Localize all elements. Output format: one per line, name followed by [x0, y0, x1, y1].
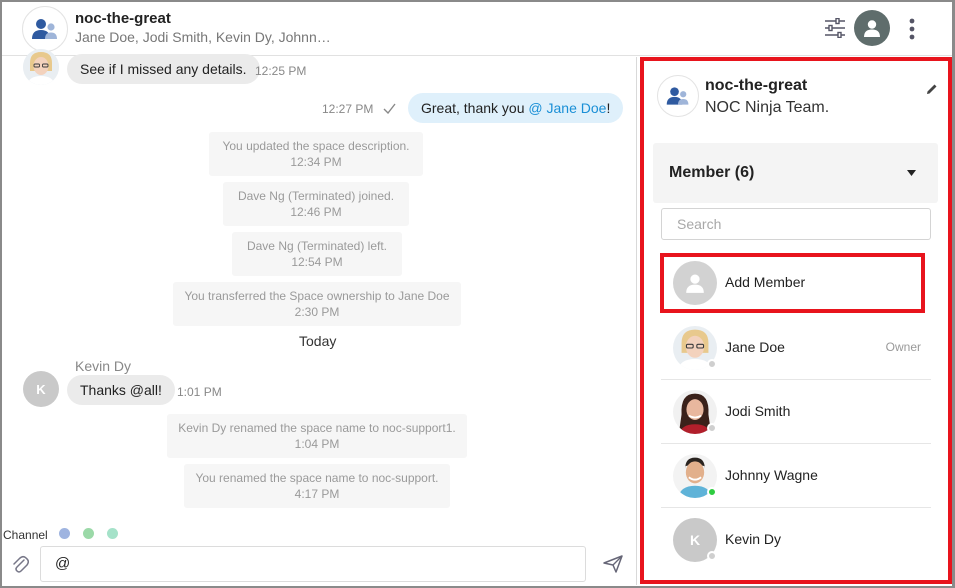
more-options-icon[interactable]: [903, 16, 921, 42]
user-icon: [686, 274, 704, 293]
member-name: Jodi Smith: [725, 403, 791, 419]
message-input[interactable]: @: [40, 546, 586, 582]
status-online-indicator: [707, 487, 717, 497]
add-member-label: Add Member: [725, 274, 806, 290]
my-avatar[interactable]: [854, 10, 890, 46]
member-item[interactable]: Johnny Wagne: [661, 444, 931, 508]
system-text: Kevin Dy renamed the space name to noc-s…: [178, 421, 456, 435]
space-title: noc-the-great: [75, 10, 171, 27]
group-icon: [32, 19, 57, 39]
status-offline-indicator: [707, 359, 717, 369]
kevin-dy-avatar[interactable]: K: [23, 371, 59, 407]
space-avatar[interactable]: [22, 6, 68, 52]
jane-doe-avatar[interactable]: [23, 49, 59, 85]
wechat-channel-icon[interactable]: [107, 528, 118, 539]
system-text: You renamed the space name to noc-suppor…: [195, 471, 439, 485]
chat-area[interactable]: See if I missed any details. 12:25 PM 12…: [2, 49, 636, 585]
system-time: 12:46 PM: [290, 205, 342, 219]
space-avatar: [657, 75, 699, 117]
edit-pencil-icon[interactable]: [926, 82, 938, 100]
system-message: Kevin Dy renamed the space name to noc-s…: [167, 414, 467, 458]
chat-header: noc-the-great Jane Doe, Jodi Smith, Kevi…: [2, 2, 952, 56]
sender-name: Kevin Dy: [75, 358, 132, 374]
add-member-avatar: [673, 261, 717, 305]
group-icon: [666, 87, 689, 105]
member-avatar: [673, 454, 717, 498]
delivered-check-icon: [383, 103, 396, 114]
member-count-label: Member (6): [669, 164, 755, 181]
member-avatar: [673, 390, 717, 434]
message-bubble[interactable]: Thanks @all!: [67, 375, 175, 405]
message-text: Great, thank you: [421, 100, 529, 116]
send-icon[interactable]: [603, 555, 623, 578]
panel-divider: [636, 57, 637, 585]
system-time: 12:54 PM: [291, 255, 343, 269]
system-message: You updated the space description. 12:34…: [209, 132, 423, 176]
member-name: Johnny Wagne: [725, 467, 818, 483]
message-time: 1:01 PM: [177, 385, 222, 399]
system-message: Dave Ng (Terminated) joined. 12:46 PM: [223, 182, 409, 226]
status-offline-indicator: [707, 423, 717, 433]
system-text: Dave Ng (Terminated) left.: [246, 239, 388, 253]
system-message: Dave Ng (Terminated) left. 12:54 PM: [232, 232, 402, 276]
date-divider: Today: [299, 333, 337, 349]
space-participants[interactable]: Jane Doe, Jodi Smith, Kevin Dy, Johnn…: [75, 29, 331, 45]
attachment-icon[interactable]: [11, 554, 30, 579]
system-message: You transferred the Space ownership to J…: [173, 282, 461, 326]
status-offline-indicator: [707, 551, 717, 561]
space-name: noc-the-great: [705, 77, 808, 94]
system-time: 4:17 PM: [294, 487, 340, 501]
member-search-input[interactable]: Search: [661, 208, 931, 240]
facebook-channel-icon[interactable]: [59, 528, 70, 539]
message-text: !: [606, 100, 611, 116]
add-member-button[interactable]: Add Member: [660, 253, 925, 313]
member-item[interactable]: Jodi Smith: [661, 380, 931, 444]
message-time: 12:25 PM: [255, 64, 307, 78]
member-section-toggle[interactable]: Member (6): [653, 143, 938, 203]
system-message: You renamed the space name to noc-suppor…: [184, 464, 450, 508]
member-name: Kevin Dy: [725, 531, 782, 547]
system-time: 2:30 PM: [294, 305, 340, 319]
system-time: 1:04 PM: [294, 437, 340, 451]
member-name: Jane Doe: [725, 339, 785, 355]
member-avatar: K: [673, 518, 717, 562]
user-icon: [864, 20, 880, 37]
mention-link[interactable]: @ Jane Doe: [528, 100, 606, 116]
my-message-bubble[interactable]: Great, thank you @ Jane Doe!: [408, 93, 624, 123]
filter-settings-icon[interactable]: [823, 16, 847, 40]
member-item[interactable]: K Kevin Dy: [661, 508, 931, 572]
space-details-panel: noc-the-great NOC Ninja Team. Member (6)…: [640, 57, 952, 584]
message-time: 12:27 PM: [322, 102, 374, 116]
space-description: NOC Ninja Team.: [705, 99, 830, 116]
caret-down-icon: [907, 170, 916, 176]
member-avatar: [673, 326, 717, 370]
message-bubble[interactable]: See if I missed any details.: [67, 54, 260, 84]
channel-label: Channel: [3, 528, 48, 542]
line-channel-icon[interactable]: [83, 528, 94, 539]
system-text: You transferred the Space ownership to J…: [184, 289, 450, 303]
system-text: You updated the space description.: [222, 139, 410, 153]
member-role: Owner: [885, 340, 921, 354]
system-time: 12:34 PM: [290, 155, 342, 169]
system-text: Dave Ng (Terminated) joined.: [237, 189, 395, 203]
member-item[interactable]: Jane Doe Owner: [661, 316, 931, 380]
